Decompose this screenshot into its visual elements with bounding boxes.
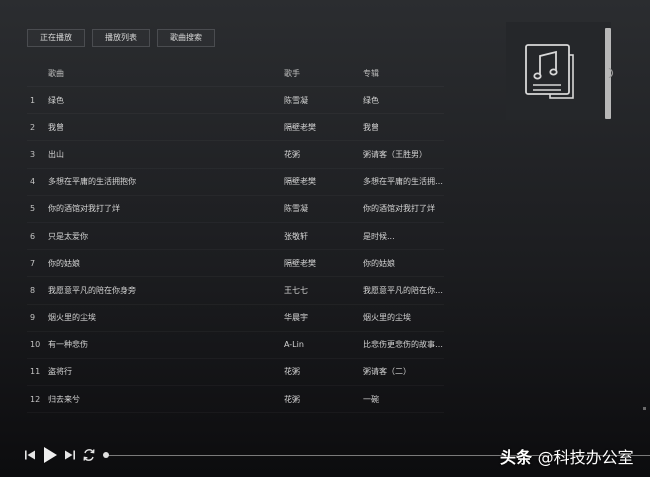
- row-album: 你的酒馆对我打了烊: [363, 204, 435, 214]
- header-artist: 歌手: [284, 68, 300, 78]
- watermark-handle: @科技办公室: [537, 448, 634, 467]
- table-row[interactable]: 4 多想在平庸的生活拥抱你 隔壁老樊 多想在平庸的生活拥抱...: [27, 169, 444, 196]
- row-title: 我曾: [48, 122, 64, 132]
- table-row[interactable]: 2 我曾 隔壁老樊 我曾: [27, 114, 444, 141]
- row-title: 出山: [48, 149, 64, 159]
- repeat-icon: [83, 449, 95, 461]
- header-title: 歌曲: [48, 68, 64, 78]
- row-artist: 隔壁老樊: [284, 122, 316, 132]
- row-artist: 陈雪凝: [284, 95, 308, 105]
- row-artist: 花粥: [284, 394, 300, 404]
- row-artist: 王七七: [284, 285, 308, 295]
- row-album: 比悲伤更悲伤的故事 电...: [363, 340, 444, 350]
- row-album: 粥请客（王胜男）: [363, 149, 427, 159]
- row-album: 我愿意平凡的陪在你身...: [363, 285, 444, 295]
- table-row[interactable]: 8 我愿意平凡的陪在你身旁 王七七 我愿意平凡的陪在你身...: [27, 277, 444, 304]
- progress-handle[interactable]: [103, 452, 109, 458]
- row-album: 粥请客（二）: [363, 367, 411, 377]
- previous-button[interactable]: [24, 449, 36, 461]
- playback-controls: [24, 446, 96, 464]
- music-document-icon: [525, 44, 574, 99]
- row-title: 你的酒馆对我打了烊: [48, 204, 120, 214]
- row-index: 11: [30, 367, 41, 377]
- loop-button[interactable]: [82, 448, 96, 462]
- row-title: 绿色: [48, 95, 64, 105]
- row-index: 4: [30, 177, 36, 187]
- row-index: 2: [30, 122, 36, 132]
- row-album: 烟火里的尘埃: [363, 313, 411, 323]
- song-table: 歌曲 歌手 专辑 1 绿色 陈雪凝 绿色 2 我曾 隔壁老樊 我曾 3 出山 花粥 粥请客（王胜男） 4…: [27, 60, 444, 413]
- skip-previous-icon: [25, 450, 35, 460]
- scroll-indicator: [643, 407, 646, 410]
- row-title: 烟火里的尘埃: [48, 313, 96, 323]
- table-row[interactable]: 3 出山 花粥 粥请客（王胜男）: [27, 141, 444, 168]
- row-index: 7: [30, 258, 36, 268]
- row-artist: 陈雪凝: [284, 204, 308, 214]
- table-row[interactable]: 7 你的姑娘 隔壁老樊 你的姑娘: [27, 250, 444, 277]
- row-title: 多想在平庸的生活拥抱你: [48, 177, 136, 187]
- row-title: 盗将行: [48, 367, 72, 377]
- row-index: 6: [30, 231, 36, 241]
- table-row[interactable]: 1 绿色 陈雪凝 绿色: [27, 87, 444, 114]
- row-index: 12: [30, 394, 41, 404]
- table-row[interactable]: 11 盗将行 花粥 粥请客（二）: [27, 359, 444, 386]
- header-album: 专辑: [363, 68, 379, 78]
- tab-song-search[interactable]: 歌曲搜索: [157, 29, 215, 47]
- row-artist: 隔壁老樊: [284, 177, 316, 187]
- row-title: 归去来兮: [48, 394, 80, 404]
- table-row[interactable]: 12 归去来兮 花粥 一碗: [27, 386, 444, 413]
- skip-next-icon: [65, 450, 75, 460]
- row-album: 一碗: [363, 394, 379, 404]
- row-artist: 隔壁老樊: [284, 258, 316, 268]
- row-index: 8: [30, 285, 36, 295]
- play-button[interactable]: [42, 446, 58, 464]
- tab-playlist[interactable]: 播放列表: [92, 29, 150, 47]
- row-album: 我曾: [363, 122, 379, 132]
- row-title: 有一种悲伤: [48, 340, 88, 350]
- row-album: 你的姑娘: [363, 258, 395, 268]
- table-row[interactable]: 9 烟火里的尘埃 华晨宇 烟火里的尘埃: [27, 305, 444, 332]
- chevron-right-icon[interactable]: [607, 68, 617, 78]
- view-tabs: 正在播放 播放列表 歌曲搜索: [27, 29, 215, 47]
- row-title: 只是太爱你: [48, 231, 88, 241]
- row-album: 是时候...: [363, 231, 395, 241]
- table-row[interactable]: 10 有一种悲伤 A-Lin 比悲伤更悲伤的故事 电...: [27, 332, 444, 359]
- table-row[interactable]: 6 只是太爱你 张敬轩 是时候...: [27, 223, 444, 250]
- play-icon: [44, 447, 57, 463]
- row-title: 你的姑娘: [48, 258, 80, 268]
- row-index: 1: [30, 95, 36, 105]
- table-row[interactable]: 5 你的酒馆对我打了烊 陈雪凝 你的酒馆对我打了烊: [27, 196, 444, 223]
- row-index: 10: [30, 340, 41, 350]
- row-artist: 花粥: [284, 367, 300, 377]
- row-album: 绿色: [363, 95, 379, 105]
- row-artist: 花粥: [284, 149, 300, 159]
- table-body: 1 绿色 陈雪凝 绿色 2 我曾 隔壁老樊 我曾 3 出山 花粥 粥请客（王胜男） 4 多想在平庸的生活拥…: [27, 87, 444, 413]
- music-player-app: 正在播放 播放列表 歌曲搜索 歌曲 歌手 专辑 1 绿色 陈雪凝 绿色 2 我曾 隔壁老樊我…: [0, 0, 650, 477]
- row-album: 多想在平庸的生活拥抱...: [363, 177, 444, 187]
- row-artist: 华晨宇: [284, 313, 308, 323]
- row-index: 9: [30, 313, 36, 323]
- tab-now-playing[interactable]: 正在播放: [27, 29, 85, 47]
- table-header: 歌曲 歌手 专辑: [27, 60, 444, 87]
- row-title: 我愿意平凡的陪在你身旁: [48, 285, 136, 295]
- next-button[interactable]: [64, 449, 76, 461]
- album-art-panel: [506, 22, 611, 120]
- watermark-brand: 头条: [500, 448, 533, 467]
- row-artist: 张敬轩: [284, 231, 308, 241]
- watermark: 头条 @科技办公室: [500, 444, 634, 467]
- row-index: 5: [30, 204, 36, 214]
- row-artist: A-Lin: [284, 340, 304, 350]
- row-index: 3: [30, 149, 36, 159]
